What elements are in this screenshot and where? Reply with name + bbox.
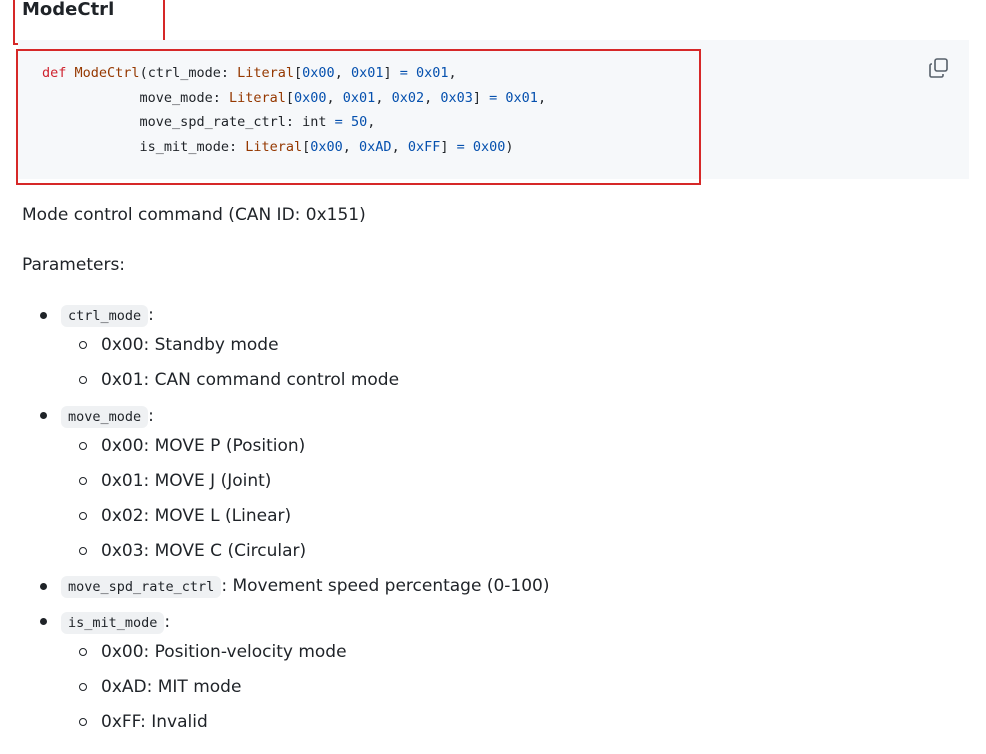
sub-bullet-icon [79, 512, 87, 520]
param-option: 0x02: MOVE L (Linear) [101, 506, 292, 526]
param-option: 0xAD: MIT mode [101, 677, 242, 697]
code-param: move_mode [139, 89, 213, 106]
sub-bullet-icon [79, 547, 87, 555]
code-literal: 0x01 [342, 89, 376, 106]
code-function-name: ModeCtrl [74, 65, 140, 81]
param-suffix: : [164, 612, 171, 632]
code-param: is_mit_mode [139, 139, 229, 156]
code-type: Literal [245, 139, 303, 156]
param-option: 0x03: MOVE C (Circular) [101, 541, 307, 561]
copy-icon [929, 58, 948, 78]
param-name: move_spd_rate_ctrl [61, 576, 222, 598]
section-title: ModeCtrl [22, 0, 115, 20]
sub-bullet-icon [79, 718, 87, 726]
param-item: ctrl_mode: [61, 303, 154, 328]
code-param: ctrl_mode [147, 65, 221, 81]
code-literal: 0x02 [391, 89, 425, 106]
code-type: int [302, 114, 327, 131]
param-item: move_mode: [61, 404, 154, 429]
param-suffix: : Movement speed percentage (0-100) [221, 576, 550, 596]
code-punct: , [367, 114, 376, 131]
code-default: 0x01 [416, 65, 449, 81]
code-param: move_spd_rate_ctrl [139, 114, 286, 131]
code-literal: 0x00 [294, 89, 327, 106]
sub-bullet-icon [79, 376, 87, 384]
code-type: Literal [228, 89, 286, 106]
code-default: 50 [350, 114, 368, 131]
sub-bullet-icon [79, 341, 87, 349]
code-signature: def ModeCtrl(ctrl_mode: Literal[0x00, 0x… [42, 65, 547, 156]
code-literal: 0xFF [407, 139, 441, 156]
param-suffix: : [148, 406, 154, 426]
sub-bullet-icon [79, 442, 87, 450]
code-punct: ) [505, 139, 514, 156]
code-type: Literal [237, 65, 295, 81]
param-option: 0x00: Position-velocity mode [101, 642, 347, 662]
copy-button[interactable] [927, 56, 951, 80]
code-punct: , [537, 89, 547, 106]
param-option: 0x01: CAN command control mode [101, 370, 400, 390]
code-literal: 0x00 [310, 139, 343, 156]
code-literal: 0x00 [302, 65, 335, 81]
code-literal: 0xAD [359, 139, 392, 156]
code-default: 0x00 [472, 139, 506, 156]
sub-bullet-icon [79, 477, 87, 485]
param-option: 0x00: MOVE P (Position) [101, 436, 306, 456]
description-text: Mode control command (CAN ID: 0x151) [22, 205, 366, 225]
param-item: is_mit_mode: [61, 610, 170, 635]
code-keyword-def: def [42, 65, 67, 81]
param-option: 0x00: Standby mode [101, 335, 279, 355]
param-name: move_mode [61, 406, 149, 428]
param-name: is_mit_mode [61, 612, 165, 634]
param-suffix: : [148, 305, 154, 325]
param-option: 0x01: MOVE J (Joint) [101, 471, 272, 491]
param-option: 0xFF: Invalid [101, 712, 208, 732]
code-literal: 0x03 [440, 89, 473, 106]
param-name: ctrl_mode [61, 305, 149, 327]
bullet-icon [40, 618, 47, 625]
bullet-icon [40, 312, 47, 319]
sub-bullet-icon [79, 648, 87, 656]
parameters-label: Parameters: [22, 255, 126, 275]
param-item: move_spd_rate_ctrl: Movement speed perce… [61, 574, 550, 599]
code-punct: , [448, 65, 457, 81]
bullet-icon [40, 583, 47, 590]
bullet-icon [40, 412, 47, 419]
code-literal: 0x01 [350, 65, 384, 81]
code-default: 0x01 [505, 89, 538, 106]
sub-bullet-icon [79, 683, 87, 691]
